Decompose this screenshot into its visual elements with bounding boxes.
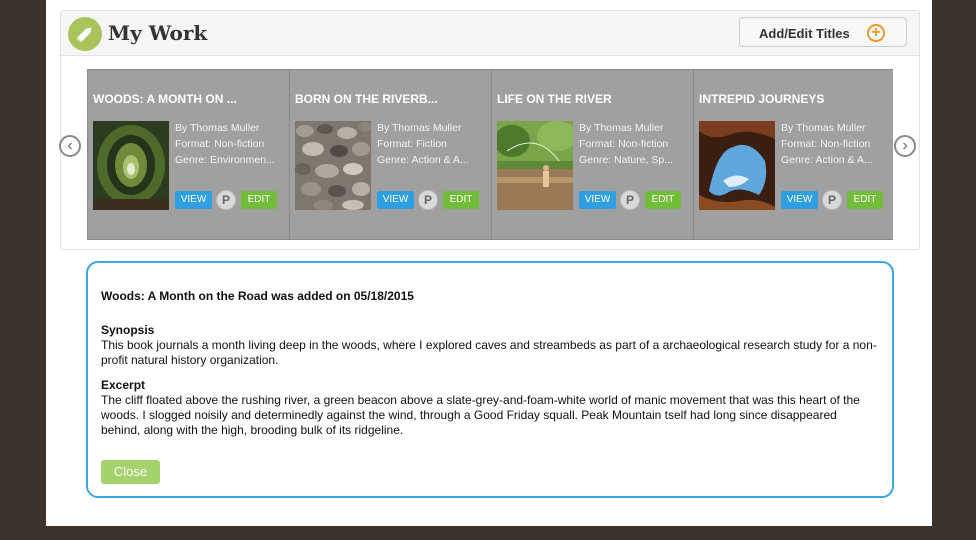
edit-button[interactable]: EDIT — [645, 191, 681, 209]
excerpt-heading: Excerpt — [101, 378, 146, 392]
view-button[interactable]: VIEW — [579, 191, 616, 209]
card-genre: Genre: Nature, Sp... — [579, 154, 673, 166]
cover-image-cave-sky — [699, 121, 775, 210]
edit-button[interactable]: EDIT — [241, 191, 277, 209]
title-detail-panel: Woods: A Month on the Road was added on … — [86, 261, 894, 498]
synopsis-heading: Synopsis — [101, 323, 155, 337]
chevron-right-icon[interactable]: › — [894, 135, 916, 157]
added-date-text: Woods: A Month on the Road was added on … — [101, 289, 414, 303]
card-author: By Thomas Muller — [579, 122, 664, 134]
p-button[interactable]: P — [620, 190, 640, 210]
cover-image-fly-fishing — [497, 121, 573, 210]
page-sheet: My Work Add/Edit Titles + ‹ › WOODS: A M… — [46, 0, 932, 526]
close-button[interactable]: Close — [101, 460, 160, 484]
card-title: LIFE ON THE RIVER — [497, 92, 612, 106]
card-genre: Genre: Environmen... — [175, 154, 275, 166]
page-title: My Work — [108, 21, 208, 45]
title-card: WOODS: A MONTH ON ... By Thomas Muller F… — [87, 70, 288, 239]
card-format: Format: Non-fiction — [781, 138, 871, 150]
excerpt-text: The cliff floated above the rushing rive… — [101, 393, 860, 437]
card-author: By Thomas Muller — [781, 122, 866, 134]
card-format: Format: Non-fiction — [175, 138, 265, 150]
synopsis-text: This book journals a month living deep i… — [101, 338, 877, 367]
view-button[interactable]: VIEW — [175, 191, 212, 209]
card-format: Format: Fiction — [377, 138, 448, 150]
edit-button[interactable]: EDIT — [847, 191, 883, 209]
chevron-left-icon[interactable]: ‹ — [59, 135, 81, 157]
my-work-panel: My Work Add/Edit Titles + ‹ › WOODS: A M… — [59, 10, 920, 250]
p-button[interactable]: P — [418, 190, 438, 210]
card-title: BORN ON THE RIVERB... — [295, 92, 438, 106]
add-edit-titles-button[interactable]: Add/Edit Titles + — [739, 17, 907, 47]
edit-button[interactable]: EDIT — [443, 191, 479, 209]
p-button[interactable]: P — [216, 190, 236, 210]
view-button[interactable]: VIEW — [377, 191, 414, 209]
card-title: WOODS: A MONTH ON ... — [93, 92, 237, 106]
pencil-icon — [68, 17, 102, 51]
plus-circle-icon: + — [867, 24, 885, 42]
card-genre: Genre: Action & A... — [781, 154, 873, 166]
p-button[interactable]: P — [822, 190, 842, 210]
add-edit-titles-label: Add/Edit Titles — [759, 26, 850, 41]
title-card: INTREPID JOURNEYS By Thomas Muller Forma… — [693, 70, 893, 239]
view-button[interactable]: VIEW — [781, 191, 818, 209]
card-title: INTREPID JOURNEYS — [699, 92, 825, 106]
title-card: BORN ON THE RIVERB... By Thomas Muller F… — [289, 70, 490, 239]
card-genre: Genre: Action & A... — [377, 154, 469, 166]
panel-header: My Work Add/Edit Titles + — [61, 11, 919, 56]
title-card: LIFE ON THE RIVER By Thomas Muller Forma… — [491, 70, 692, 239]
card-format: Format: Non-fiction — [579, 138, 669, 150]
titles-carousel: WOODS: A MONTH ON ... By Thomas Muller F… — [87, 69, 893, 240]
cover-image-river-stones — [295, 121, 371, 210]
card-author: By Thomas Muller — [175, 122, 260, 134]
cover-image-forest-tunnel — [93, 121, 169, 210]
card-author: By Thomas Muller — [377, 122, 462, 134]
